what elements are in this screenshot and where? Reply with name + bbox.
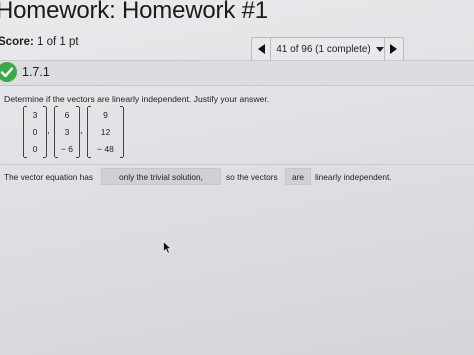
answer-sentence-mid: so the vectors	[226, 172, 278, 182]
next-question-button[interactable]	[383, 38, 403, 60]
vector-entry: 12	[100, 127, 111, 137]
triangle-down-icon	[375, 46, 384, 52]
section-divider	[0, 164, 474, 165]
question-number: 1.7.1	[22, 65, 50, 79]
mouse-cursor-icon	[163, 240, 172, 259]
vector-entry: 0	[32, 127, 38, 137]
score-label: Score:	[0, 36, 34, 48]
vector-entry: 9	[103, 110, 108, 120]
previous-question-button[interactable]	[252, 38, 272, 60]
vector-entry: 0	[32, 144, 38, 154]
question-prompt: Determine if the vectors are linearly in…	[4, 94, 270, 104]
vector-separator: ,	[80, 125, 83, 135]
check-icon	[0, 62, 17, 82]
vector-entry: 6	[64, 110, 70, 120]
page-title: Homework: Homework #1	[0, 0, 268, 24]
question-status-text: 41 of 96 (1 complete)	[276, 43, 371, 55]
question-navigator: 41 of 96 (1 complete)	[251, 37, 404, 61]
vector-3: 9 12 − 48	[87, 106, 124, 158]
answer-sentence-end: linearly independent.	[315, 172, 392, 182]
vector-entry: 3	[32, 110, 38, 120]
score-value: 1 of 1 pt	[37, 36, 79, 48]
answer-sentence-start: The vector equation has	[4, 172, 94, 182]
are-are-not-dropdown[interactable]: are	[285, 168, 311, 185]
triangle-left-icon	[257, 44, 265, 54]
question-selector[interactable]: 41 of 96 (1 complete)	[271, 44, 384, 55]
trivial-solution-dropdown[interactable]: only the trivial solution,	[101, 168, 221, 185]
vector-entry: − 48	[97, 144, 114, 154]
score-display: Score: 1 of 1 pt	[0, 36, 79, 48]
vector-separator: ,	[47, 125, 50, 135]
question-header-bar	[0, 60, 474, 86]
vector-entry: − 6	[60, 144, 74, 154]
vector-entry: 3	[64, 127, 70, 137]
triangle-right-icon	[390, 44, 398, 54]
vector-1: 3 0 0	[23, 106, 47, 158]
vector-2: 6 3 − 6	[54, 106, 80, 158]
